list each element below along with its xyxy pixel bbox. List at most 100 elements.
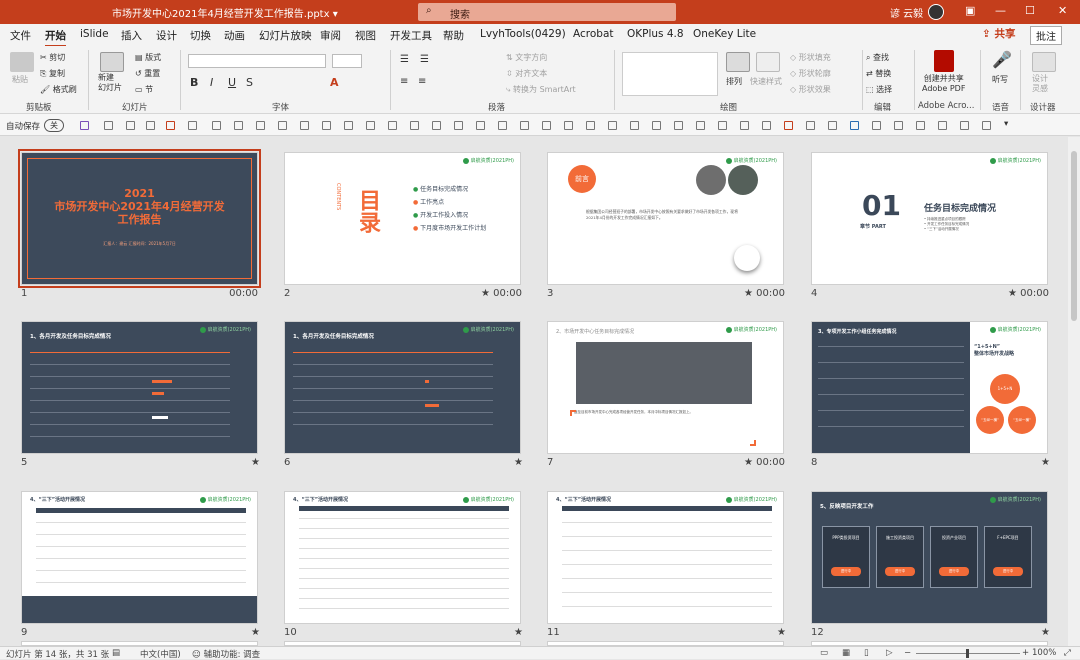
- menu-review[interactable]: 审阅: [320, 28, 341, 43]
- slide-thumbnail-5[interactable]: 1、各月开发及任务目标完成情况 启航资质(2021PH): [21, 321, 258, 454]
- qat-tool-icon[interactable]: [784, 121, 793, 130]
- redo-icon[interactable]: [126, 121, 135, 130]
- maximize-icon[interactable]: ☐: [1025, 4, 1035, 17]
- share-button[interactable]: ⇪ 共享: [982, 26, 1015, 41]
- slide-thumbnail-9[interactable]: 4、“三下”活动开展情况 启航资质(2021PH): [21, 491, 258, 624]
- qat-tool-icon[interactable]: [278, 121, 287, 130]
- quick-styles-icon[interactable]: [756, 52, 780, 72]
- qat-tool-icon[interactable]: [476, 121, 485, 130]
- qat-tool-icon[interactable]: [256, 121, 265, 130]
- zoom-level[interactable]: 100%: [1032, 648, 1056, 658]
- qat-tool-icon[interactable]: [872, 121, 881, 130]
- microphone-icon[interactable]: 🎤: [992, 50, 1012, 69]
- customize-qat-icon[interactable]: ▾: [1004, 119, 1008, 129]
- slide-thumbnail-11[interactable]: 4、“三下”活动开展情况 启航资质(2021PH): [547, 491, 784, 624]
- new-slide-label[interactable]: 新建 幻灯片: [98, 73, 122, 93]
- qat-tool-icon[interactable]: [894, 121, 903, 130]
- qat-tool-icon[interactable]: [828, 121, 837, 130]
- cut-button[interactable]: ✂ 剪切: [40, 52, 65, 63]
- menu-insert[interactable]: 插入: [121, 28, 142, 43]
- design-ideas-label[interactable]: 设计 灵感: [1032, 74, 1048, 94]
- menu-file[interactable]: 文件: [10, 28, 31, 43]
- layout-button[interactable]: ▤ 版式: [135, 52, 161, 63]
- search-box[interactable]: ⌕ 搜索: [418, 3, 676, 21]
- menu-design[interactable]: 设计: [156, 28, 177, 43]
- menu-acrobat[interactable]: Acrobat: [573, 28, 614, 40]
- accessibility-status[interactable]: ☺ 辅助功能: 调查: [192, 648, 260, 660]
- avatar[interactable]: [928, 4, 944, 20]
- menu-islide[interactable]: iSlide: [80, 28, 109, 40]
- shape-effect-button[interactable]: ◇ 形状效果: [790, 84, 831, 95]
- slide-thumbnail-4[interactable]: 01 章节 PART 任务目标完成情况 • 持续推进重点项目的跟踪 • 开发工作…: [811, 152, 1048, 285]
- qat-tool-icon[interactable]: [652, 121, 661, 130]
- slide-thumbnail-7[interactable]: 2、市场开发中心任务目标完成情况 截至目前市场开发中心完成各项经营开发任务，本月…: [547, 321, 784, 454]
- menu-developer[interactable]: 开发工具: [390, 28, 432, 43]
- adobe-pdf-icon[interactable]: [934, 50, 954, 72]
- underline-icon[interactable]: U: [228, 76, 236, 89]
- menu-slideshow[interactable]: 幻灯片放映: [259, 28, 312, 43]
- zoom-slider-handle[interactable]: [966, 649, 969, 658]
- qat-tool-icon[interactable]: [806, 121, 815, 130]
- qat-tool-icon[interactable]: [674, 121, 683, 130]
- slide-thumbnail-2[interactable]: CONTENTS 目录 ● 任务目标完成情况 ● 工作亮点 ● 开发工作投入情况…: [284, 152, 521, 285]
- qat-tool-icon[interactable]: [608, 121, 617, 130]
- arrange-label[interactable]: 排列: [726, 76, 742, 87]
- qat-tool-icon[interactable]: [366, 121, 375, 130]
- design-ideas-icon[interactable]: [1032, 52, 1056, 72]
- section-button[interactable]: ▭ 节: [135, 84, 153, 95]
- slide-thumbnail-6[interactable]: 1、各月开发及任务目标完成情况 启航资质(2021PH): [284, 321, 521, 454]
- menu-onekey[interactable]: OneKey Lite: [693, 28, 756, 40]
- reading-view-icon[interactable]: ▯: [864, 648, 869, 658]
- qat-tool-icon[interactable]: [938, 121, 947, 130]
- qat-tool-icon[interactable]: [916, 121, 925, 130]
- qat-tool-icon[interactable]: [630, 121, 639, 130]
- save-icon[interactable]: [80, 121, 89, 130]
- quick-styles-label[interactable]: 快速样式: [750, 76, 782, 87]
- italic-icon[interactable]: I: [210, 76, 213, 89]
- shadow-icon[interactable]: S: [246, 76, 253, 89]
- fill-color-icon[interactable]: [166, 121, 175, 130]
- qat-tool-icon[interactable]: [740, 121, 749, 130]
- qat-tool-icon[interactable]: [586, 121, 595, 130]
- undo-icon[interactable]: [104, 121, 113, 130]
- qat-tool-icon[interactable]: [322, 121, 331, 130]
- qat-tool-icon[interactable]: [696, 121, 705, 130]
- fit-to-window-icon[interactable]: ⤢: [1064, 648, 1071, 658]
- qat-tool-icon[interactable]: [850, 121, 859, 130]
- qat-tool-icon[interactable]: [188, 121, 197, 130]
- numbering-icon[interactable]: ☰: [420, 54, 429, 65]
- qat-tool-icon[interactable]: [454, 121, 463, 130]
- vertical-scrollbar[interactable]: [1068, 137, 1080, 646]
- language[interactable]: 中文(中国): [140, 648, 181, 660]
- text-direction-button[interactable]: ⇅ 文字方向: [506, 52, 547, 63]
- slideshow-view-icon[interactable]: ▷: [886, 648, 893, 658]
- font-color-icon[interactable]: A: [330, 76, 339, 89]
- qat-tool-icon[interactable]: [520, 121, 529, 130]
- slide-sorter-view-icon[interactable]: ▦: [842, 648, 850, 658]
- paste-icon[interactable]: [10, 52, 34, 72]
- menu-animations[interactable]: 动画: [224, 28, 245, 43]
- comment-button[interactable]: 批注: [1030, 26, 1062, 45]
- qat-tool-icon[interactable]: [982, 121, 991, 130]
- menu-okplus[interactable]: OKPlus 4.8: [627, 28, 684, 40]
- smartart-button[interactable]: ⤷ 转换为 SmartArt: [506, 84, 576, 95]
- user-name[interactable]: 谚 云毅: [890, 5, 923, 20]
- bullets-icon[interactable]: ☰: [400, 54, 409, 65]
- ribbon-display-icon[interactable]: ▣: [965, 4, 975, 17]
- qat-tool-icon[interactable]: [960, 121, 969, 130]
- slide-thumbnail-1[interactable]: 2021 市场开发中心2021年4月经营开发 工作报告 汇报人：谢云 汇报时间：…: [18, 149, 261, 288]
- font-name-select[interactable]: [188, 54, 326, 68]
- menu-transitions[interactable]: 切换: [190, 28, 211, 43]
- qat-tool-icon[interactable]: [410, 121, 419, 130]
- qat-tool-icon[interactable]: [498, 121, 507, 130]
- slide-thumbnail-8[interactable]: 3、专项开发工作小组任务完成情况 “1+5+N” 整体市场开发战略 1+5+N …: [811, 321, 1048, 454]
- select-button[interactable]: ⬚ 选择: [866, 84, 892, 95]
- align-text-button[interactable]: ⇳ 对齐文本: [506, 68, 547, 79]
- spelling-icon[interactable]: ▤: [112, 648, 120, 658]
- close-icon[interactable]: ✕: [1058, 4, 1067, 17]
- shape-fill-button[interactable]: ◇ 形状填充: [790, 52, 831, 63]
- minimize-icon[interactable]: —: [995, 4, 1006, 17]
- start-slideshow-icon[interactable]: [146, 121, 155, 130]
- replace-button[interactable]: ⇄ 替换: [866, 68, 891, 79]
- qat-tool-icon[interactable]: [388, 121, 397, 130]
